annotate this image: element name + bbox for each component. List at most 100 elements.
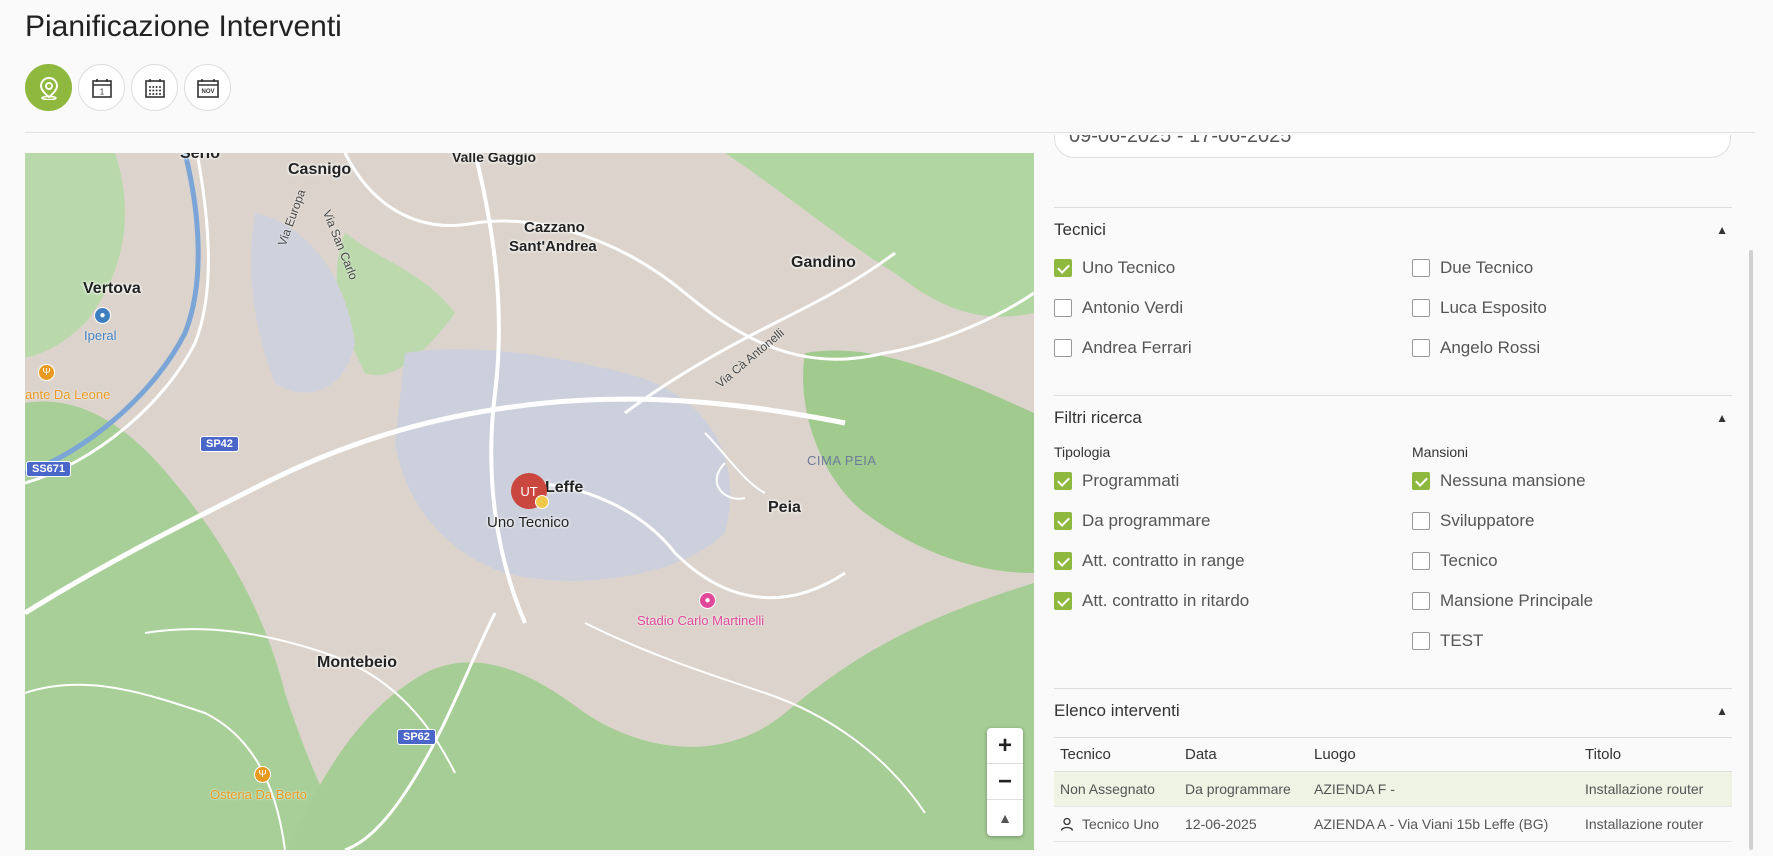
checkbox[interactable] [1054,512,1072,530]
chevron-up-icon[interactable]: ▲ [1716,223,1728,237]
map-label-poi: Iperal [84,328,117,343]
road-shield: SS671 [26,461,72,477]
cell-titolo: Installazione router [1585,816,1704,832]
interventi-table: Tecnico Data Luogo Titolo Non Assegnato … [1054,737,1732,842]
checkbox[interactable] [1412,512,1430,530]
checkbox-label: Att. contratto in ritardo [1082,591,1250,610]
checkbox-mansione[interactable]: Sviluppatore [1412,511,1535,531]
section-divider [1054,395,1732,396]
checkbox-tipologia[interactable]: Da programmare [1054,511,1211,531]
checkbox[interactable] [1054,592,1072,610]
map-label-poi: ante Da Leone [25,387,111,402]
checkbox-mansione[interactable]: Mansione Principale [1412,591,1593,611]
checkbox-mansione[interactable]: Tecnico [1412,551,1498,571]
checkbox-tecnico[interactable]: Angelo Rossi [1412,338,1540,358]
zoom-in-button[interactable]: + [987,728,1023,764]
checkbox[interactable] [1054,552,1072,570]
checkbox[interactable] [1054,339,1072,357]
table-row[interactable]: Non Assegnato Da programmare AZIENDA F -… [1054,772,1732,807]
map-label-area: CIMA PEIA [807,453,877,468]
date-range-input[interactable]: 09-06-2025 - 17-06-2025 [1054,135,1731,158]
cell-tecnico: Tecnico Uno [1054,816,1185,832]
calendar-month-icon: NOV [196,78,219,98]
checkbox-tecnico[interactable]: Uno Tecnico [1054,258,1175,278]
checkbox-label: Programmati [1082,471,1180,490]
cell-tecnico-name: Tecnico Uno [1082,816,1160,832]
map-label-town: Valle Gaggio [452,153,537,165]
checkbox-label: Sviluppatore [1440,511,1535,530]
column-header[interactable]: Tecnico [1054,746,1185,763]
column-header[interactable]: Titolo [1585,746,1732,763]
filter-panel: 09-06-2025 - 17-06-2025 Tecnici ▲ Uno Te… [1054,135,1732,850]
checkbox[interactable] [1412,472,1430,490]
checkbox-label: TEST [1440,631,1484,650]
cell-data: 12-06-2025 [1185,816,1257,832]
map-label-poi: Stadio Carlo Martinelli [637,613,765,628]
checkbox-label: Andrea Ferrari [1082,338,1192,357]
column-header[interactable]: Luogo [1314,746,1585,763]
view-switcher: 1 NOV [25,64,231,111]
checkbox-label: Da programmare [1082,511,1211,530]
zoom-control: + − ▲ [987,728,1023,836]
map-view[interactable]: Serio Casnigo Valle Gaggio Cazzano Sant'… [25,153,1034,850]
checkbox[interactable] [1412,299,1430,317]
calendar-day-icon: 1 [91,78,112,98]
checkbox[interactable] [1412,552,1430,570]
section-divider [1054,688,1732,689]
table-row[interactable]: Tecnico Uno 12-06-2025 AZIENDA A - Via V… [1054,807,1732,842]
elenco-section-title[interactable]: Elenco interventi [1054,701,1180,721]
checkbox[interactable] [1412,339,1430,357]
checkbox-tecnico[interactable]: Luca Esposito [1412,298,1547,318]
chevron-up-icon[interactable]: ▲ [1716,411,1728,425]
map-view-button[interactable] [25,64,72,111]
checkbox-tipologia[interactable]: Programmati [1054,471,1179,491]
mansioni-title: Mansioni [1412,444,1469,460]
checkbox-label: Luca Esposito [1440,298,1547,317]
filtri-section-title[interactable]: Filtri ricerca [1054,408,1142,428]
road-shield: SP42 [200,436,239,452]
checkbox[interactable] [1412,632,1430,650]
checkbox-label: Due Tecnico [1440,258,1534,277]
map-label-town: Leffe [545,479,584,496]
checkbox-tipologia[interactable]: Att. contratto in range [1054,551,1245,571]
zoom-out-button[interactable]: − [987,764,1023,800]
page-title: Pianificazione Interventi [25,10,342,43]
checkbox-tecnico[interactable]: Andrea Ferrari [1054,338,1192,358]
checkbox-label: Antonio Verdi [1082,298,1184,317]
column-header[interactable]: Data [1185,746,1314,763]
chevron-up-icon[interactable]: ▲ [1716,704,1728,718]
checkbox[interactable] [1054,299,1072,317]
checkbox[interactable] [1412,592,1430,610]
section-divider [1054,207,1732,208]
tecnici-section-title[interactable]: Tecnici [1054,220,1106,240]
table-header: Tecnico Data Luogo Titolo [1054,737,1732,772]
checkbox-mansione[interactable]: TEST [1412,631,1483,651]
checkbox-tipologia[interactable]: Att. contratto in ritardo [1054,591,1249,611]
header-divider [25,132,1755,133]
checkbox-label: Mansione Principale [1440,591,1594,610]
week-view-button[interactable] [131,64,178,111]
svg-text:NOV: NOV [201,89,214,95]
map-label-town: Sant'Andrea [509,238,597,255]
checkbox-mansione[interactable]: Nessuna mansione [1412,471,1586,491]
map-label-town: Gandino [791,254,856,271]
map-label-town: Cazzano [524,219,585,236]
cell-luogo: AZIENDA F - [1314,781,1395,797]
checkbox-tecnico[interactable]: Antonio Verdi [1054,298,1183,318]
map-label-town: Vertova [83,280,141,297]
tipologia-title: Tipologia [1054,444,1111,460]
checkbox[interactable] [1054,259,1072,277]
marker-status-dot [535,495,549,509]
checkbox-tecnico[interactable]: Due Tecnico [1412,258,1533,278]
compass-icon: ▲ [998,810,1012,826]
restaurant-icon: Ψ [254,766,271,783]
compass-button[interactable]: ▲ [987,800,1023,836]
svg-text:1: 1 [99,87,104,96]
day-view-button[interactable]: 1 [78,64,125,111]
shopping-icon: ● [94,307,111,324]
month-view-button[interactable]: NOV [184,64,231,111]
checkbox[interactable] [1054,472,1072,490]
map-label-town: Montebeio [317,654,397,671]
panel-scrollbar[interactable] [1749,250,1753,850]
checkbox[interactable] [1412,259,1430,277]
